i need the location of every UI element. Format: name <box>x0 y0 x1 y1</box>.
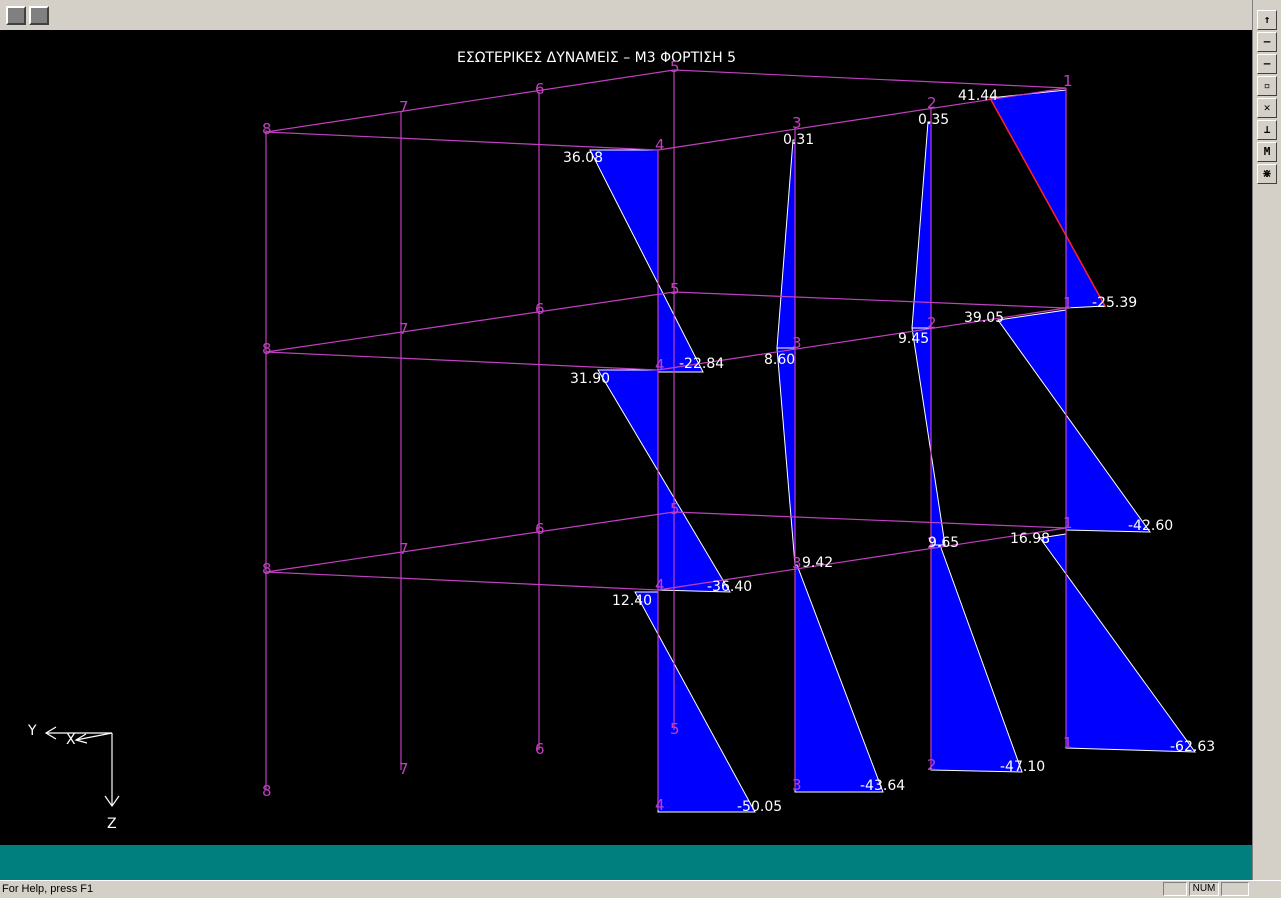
toolbar <box>0 0 1251 31</box>
node-label: 5 <box>670 280 680 298</box>
node-label: 7 <box>399 98 409 116</box>
node-label: 4 <box>655 356 665 374</box>
moment-value: 31.90 <box>570 371 610 387</box>
node-label: 2 <box>927 314 937 332</box>
moment-diagrams <box>589 89 1197 813</box>
teal-band <box>0 845 1252 880</box>
node-label: 4 <box>655 136 665 154</box>
moment-value: 8.60 <box>764 352 795 368</box>
moment-fill <box>1039 533 1197 753</box>
moment-value: 16.98 <box>1010 531 1050 547</box>
status-help-text: For Help, press F1 <box>2 883 94 895</box>
moment-fill <box>634 591 756 813</box>
moment-fill <box>911 121 932 329</box>
right-toolbar: ↑ — – ▫ ✕ ⊥ M ⋇ <box>1252 0 1281 880</box>
moment-value: -43.64 <box>860 778 905 794</box>
node-label: 5 <box>670 500 680 518</box>
moment-value: 36.08 <box>563 150 603 166</box>
tile-icon[interactable] <box>6 6 26 25</box>
node-label: 7 <box>399 540 409 558</box>
moment-value: -47.10 <box>1000 759 1045 775</box>
moment-value: 9.45 <box>898 331 929 347</box>
node-label: 3 <box>792 554 802 572</box>
axis-x-label: X <box>66 732 76 748</box>
node-label: 6 <box>535 740 545 758</box>
moment-fill <box>589 149 704 373</box>
cascade-icon[interactable] <box>29 6 49 25</box>
status-pane-empty <box>1221 882 1249 896</box>
node-label: 5 <box>670 720 680 738</box>
shrink-icon[interactable]: ⋇ <box>1257 164 1277 184</box>
arrow-up-icon[interactable]: ↑ <box>1257 10 1277 30</box>
node-label: 3 <box>792 114 802 132</box>
moment-value: -42.60 <box>1128 518 1173 534</box>
support-icon[interactable]: ⊥ <box>1257 120 1277 140</box>
node-label: 8 <box>262 120 272 138</box>
node-label: 6 <box>535 520 545 538</box>
moment-value: 0.31 <box>783 132 814 148</box>
beam-icon[interactable]: – <box>1257 54 1277 74</box>
node-label: 2 <box>927 94 937 112</box>
moment-value: 39.05 <box>964 310 1004 326</box>
node-label: 4 <box>655 796 665 814</box>
moment-fill <box>911 327 946 546</box>
node-label: 2 <box>927 756 937 774</box>
node-label: 3 <box>792 334 802 352</box>
node-label: 1 <box>1063 294 1073 312</box>
axis-triad <box>44 726 120 808</box>
moment-value: 41.44 <box>958 88 998 104</box>
cross-icon[interactable]: ✕ <box>1257 98 1277 118</box>
node-icon[interactable]: ▫ <box>1257 76 1277 96</box>
status-pane-empty <box>1163 882 1187 896</box>
moment-value: -25.39 <box>1092 295 1137 311</box>
node-label: 5 <box>670 58 680 76</box>
moment-value: -36.40 <box>707 579 752 595</box>
moment-fill <box>930 544 1023 773</box>
node-label: 8 <box>262 782 272 800</box>
node-label: 8 <box>262 560 272 578</box>
moment-value: 12.40 <box>612 593 652 609</box>
moment-fill <box>597 369 731 593</box>
structure-diagram: ΕΣΩΤΕΡΙΚΕΣ ΔΥΝΑΜΕΙΣ – M3 ΦΟΡΤΙΣΗ 5 1 2 3… <box>27 50 1215 832</box>
moment-value: 0.35 <box>918 112 949 128</box>
moment-value: -62.63 <box>1170 739 1215 755</box>
moment-fill <box>794 564 884 793</box>
axis-y-label: Y <box>27 723 37 739</box>
moment-fill <box>776 347 796 566</box>
moment-fill <box>776 139 796 349</box>
node-label: 7 <box>399 760 409 778</box>
node-label: 7 <box>399 320 409 338</box>
node-label: 8 <box>262 340 272 358</box>
node-label: 3 <box>792 776 802 794</box>
line-icon[interactable]: — <box>1257 32 1277 52</box>
moment-value: -50.05 <box>737 799 782 815</box>
moment-icon[interactable]: M <box>1257 142 1277 162</box>
node-label: 4 <box>655 576 665 594</box>
node-label: 1 <box>1063 514 1073 532</box>
node-label: 1 <box>1063 72 1073 90</box>
status-bar: For Help, press F1 NUM <box>0 880 1281 898</box>
node-label: 6 <box>535 300 545 318</box>
moment-fill <box>997 309 1151 533</box>
drawing-canvas[interactable]: ΕΣΩΤΕΡΙΚΕΣ ΔΥΝΑΜΕΙΣ – M3 ΦΟΡΤΙΣΗ 5 1 2 3… <box>0 30 1252 845</box>
axis-z-label: Z <box>107 816 117 832</box>
node-label: 1 <box>1063 734 1073 752</box>
node-label: 6 <box>535 80 545 98</box>
moment-value: -22.84 <box>679 356 724 372</box>
moment-value: 9.42 <box>802 555 833 571</box>
moment-value: 9.65 <box>928 535 959 551</box>
status-num: NUM <box>1189 882 1219 896</box>
diagram-title: ΕΣΩΤΕΡΙΚΕΣ ΔΥΝΑΜΕΙΣ – M3 ΦΟΡΤΙΣΗ 5 <box>457 50 736 66</box>
